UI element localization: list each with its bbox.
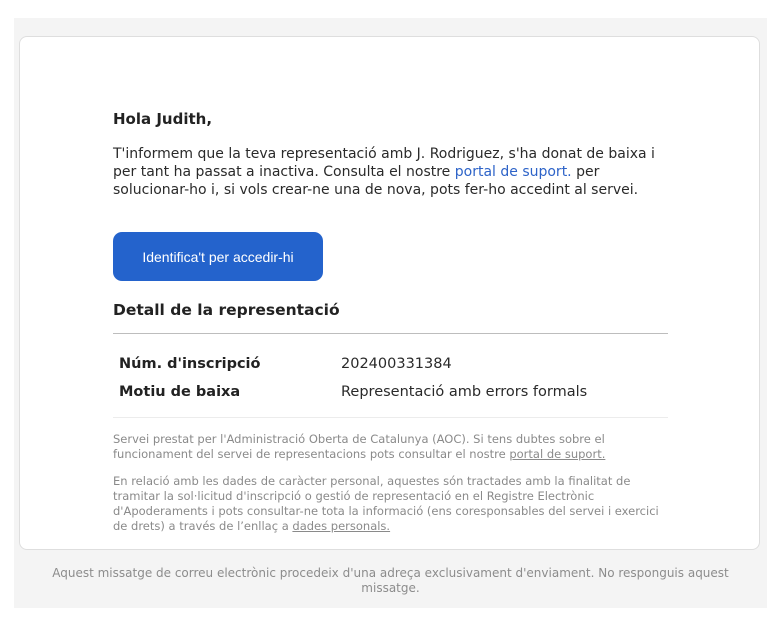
email-frame: Hola Judith, T'informem que la teva repr… [14, 18, 767, 608]
detail-value: 202400331384 [341, 356, 452, 372]
email-content: Hola Judith, T'informem que la teva repr… [113, 109, 669, 533]
service-note: Servei prestat per l'Administració Obert… [113, 432, 673, 462]
privacy-note: En relació amb les dades de caràcter per… [113, 474, 673, 534]
email-card: Hola Judith, T'informem que la teva repr… [19, 36, 760, 550]
section-divider [113, 333, 668, 334]
intro-paragraph: T'informem que la teva representació amb… [113, 145, 669, 199]
support-portal-link[interactable]: portal de suport. [455, 164, 572, 180]
section-title: Detall de la representació [113, 301, 340, 319]
detail-label: Motiu de baixa [119, 384, 241, 400]
support-portal-footer-link[interactable]: portal de suport. [509, 447, 605, 461]
detail-value: Representació amb errors formals [341, 384, 588, 400]
detail-label: Núm. d'inscripció [119, 356, 261, 372]
identify-access-button[interactable]: Identifica't per accedir-hi [113, 232, 323, 281]
personal-data-link[interactable]: dades personals. [292, 519, 390, 533]
notes-divider [113, 417, 668, 418]
footer-disclaimer: Aquest missatge de correu electrònic pro… [52, 566, 729, 595]
greeting: Hola Judith, [113, 110, 213, 128]
